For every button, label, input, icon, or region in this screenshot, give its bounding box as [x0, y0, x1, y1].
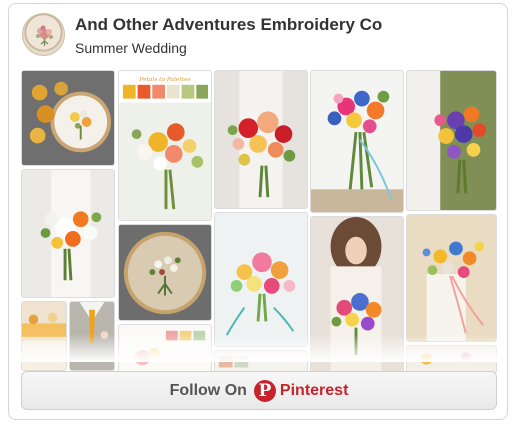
pin-petals-to-palettes[interactable]: Petals to Palettes: [118, 70, 212, 221]
embroidery-hoop-image: [22, 71, 114, 165]
pin-orange-white-bouquet[interactable]: [21, 169, 115, 298]
embroidery-hoop-image: [119, 225, 211, 320]
bouquet-image: [311, 71, 403, 212]
pinterest-board-widget: And Other Adventures Embroidery Co Summe…: [8, 3, 508, 420]
pinterest-p-icon: P: [253, 379, 276, 402]
pin-grid-fade: [9, 334, 507, 362]
palette-caption: Petals to Palettes: [138, 77, 190, 83]
pinterest-brand-label: Pinterest: [279, 381, 349, 399]
follow-on-pinterest-button[interactable]: Follow On P Pinterest: [21, 371, 497, 410]
pin-embroidery-hoop-bouquet[interactable]: [118, 224, 212, 321]
palette-image: Petals to Palettes: [119, 71, 211, 220]
bouquet-image: [22, 170, 114, 297]
pin-purple-orange-bouquet[interactable]: [406, 70, 497, 211]
pin-red-peach-bouquet[interactable]: [214, 70, 308, 209]
bouquet-image: [215, 213, 307, 346]
pin-pastel-bouquet-teal-ribbon[interactable]: [214, 212, 308, 347]
pin-blue-pink-bouquet[interactable]: [310, 70, 404, 213]
pin-wildflower-bouquet[interactable]: [406, 214, 497, 342]
pin-embroidery-hoop-roses[interactable]: [21, 70, 115, 166]
bouquet-image: [215, 71, 307, 208]
bouquet-image: [407, 215, 496, 341]
follow-label: Follow On: [169, 381, 247, 399]
bouquet-image: [407, 71, 496, 210]
